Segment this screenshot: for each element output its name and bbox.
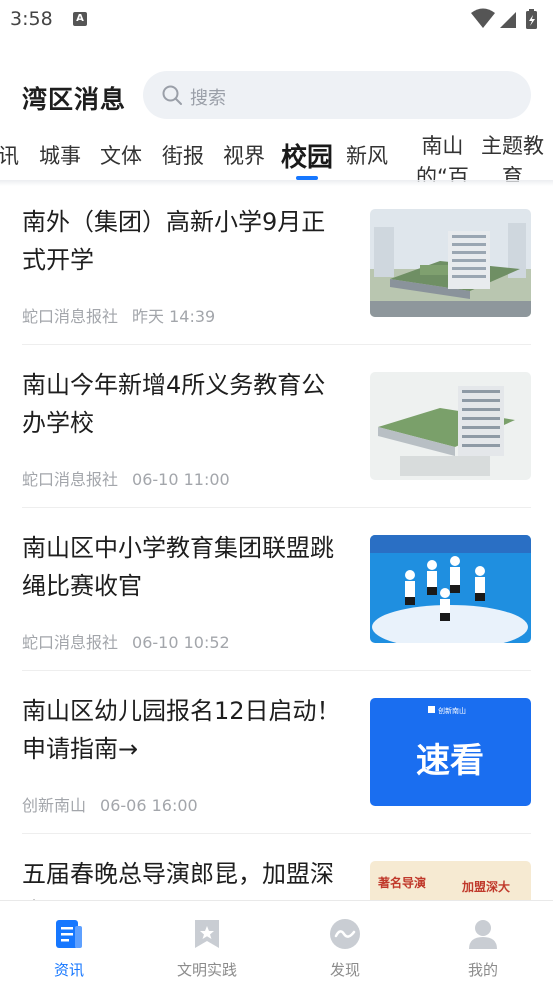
- status-bar: 3:58 A: [0, 0, 553, 40]
- news-item[interactable]: 南山今年新增4所义务教育公办学校 蛇口消息报社 06-10 11:00: [0, 349, 553, 512]
- news-meta: 蛇口消息报社 06-10 11:00: [22, 466, 230, 490]
- news-meta: 蛇口消息报社 06-10 10:52: [22, 629, 230, 653]
- news-item[interactable]: 南山区中小学教育集团联盟跳绳比赛收官 蛇口消息报社 06-10 10:52: [0, 512, 553, 675]
- divider: [22, 670, 531, 671]
- notification-icon: A: [73, 12, 87, 26]
- divider: [22, 344, 531, 345]
- signal-icon: [500, 12, 516, 28]
- news-thumbnail-school[interactable]: [370, 372, 531, 480]
- tab-street-news[interactable]: 街报: [162, 140, 204, 170]
- news-thumbnail-school[interactable]: [370, 209, 531, 317]
- nav-label: 我的: [467, 961, 498, 979]
- news-time: 06-06 16:00: [100, 796, 198, 815]
- tab-campus[interactable]: 校园: [281, 137, 333, 174]
- tab-new-trend[interactable]: 新风: [346, 140, 388, 170]
- profile-user-icon: [469, 920, 497, 949]
- news-title[interactable]: 五届春晚总导演郎昆，加盟深大: [22, 855, 342, 900]
- news-time: 昨天 14:39: [132, 307, 216, 326]
- nav-news[interactable]: 资讯: [0, 901, 138, 984]
- news-source: 蛇口消息报社: [22, 633, 119, 652]
- tab-theme-education[interactable]: 主题教 育: [481, 131, 544, 182]
- tab-news-partial[interactable]: 讯: [0, 140, 19, 170]
- news-meta: 创新南山 06-06 16:00: [22, 792, 198, 816]
- tab-vision[interactable]: 视界: [223, 140, 265, 170]
- news-time: 06-10 11:00: [132, 470, 230, 489]
- search-icon: [162, 85, 182, 105]
- thumb-label-left: 著名导演: [377, 875, 426, 890]
- thumb-brand: 创新南山: [438, 706, 466, 715]
- news-title[interactable]: 南外（集团）高新小学9月正式开学: [22, 203, 342, 279]
- nav-civilization[interactable]: 文明实践: [138, 901, 276, 984]
- news-source: 蛇口消息报社: [22, 470, 119, 489]
- tab-culture-sports[interactable]: 文体: [100, 140, 142, 170]
- status-time: 3:58: [10, 8, 53, 30]
- thumb-label-right: 加盟深大: [461, 879, 510, 894]
- tab-nanshan-hundred[interactable]: 南山 的“百: [416, 131, 469, 182]
- news-source: 蛇口消息报社: [22, 307, 119, 326]
- nav-label: 资讯: [53, 961, 84, 979]
- status-icons: [471, 8, 537, 29]
- divider: [22, 507, 531, 508]
- news-meta: 蛇口消息报社 昨天 14:39: [22, 303, 215, 327]
- news-title[interactable]: 南山今年新增4所义务教育公办学校: [22, 366, 342, 442]
- search-placeholder: 搜索: [190, 88, 226, 109]
- news-title[interactable]: 南山区中小学教育集团联盟跳绳比赛收官: [22, 529, 342, 605]
- news-item[interactable]: 南山区幼儿园报名12日启动！申请指南→ 创新南山 06-06 16:00 创新南山…: [0, 675, 553, 838]
- tab-city[interactable]: 城事: [39, 140, 81, 170]
- news-time: 06-10 10:52: [132, 633, 230, 652]
- thumb-headline: 速看: [416, 741, 484, 781]
- search-input[interactable]: 搜索: [143, 71, 531, 119]
- nav-discover[interactable]: 发现: [276, 901, 414, 984]
- news-source: 创新南山: [22, 796, 87, 815]
- news-doc-icon: [56, 920, 82, 948]
- bottom-nav: 资讯 文明实践 发现 我的: [0, 900, 553, 984]
- nav-label: 发现: [329, 961, 360, 979]
- divider: [22, 833, 531, 834]
- news-thumbnail-director[interactable]: 著名导演 加盟深大: [370, 861, 531, 900]
- news-item[interactable]: 五届春晚总导演郎昆，加盟深大 著名导演 加盟深大: [0, 838, 553, 900]
- header: 湾区消息 搜索: [0, 62, 553, 126]
- channel-tabs: 讯 城事 文体 街报 视界 校园 新风 南山 的“百 主题教 育: [0, 128, 553, 182]
- news-item[interactable]: 南外（集团）高新小学9月正式开学 蛇口消息报社 昨天 14:39: [0, 186, 553, 349]
- discover-wave-icon: [330, 919, 360, 949]
- news-feed[interactable]: 南外（集团）高新小学9月正式开学 蛇口消息报社 昨天 14:39 南山今年新增4所…: [0, 186, 553, 900]
- news-title[interactable]: 南山区幼儿园报名12日启动！申请指南→: [22, 692, 342, 768]
- news-thumbnail-jump-rope[interactable]: [370, 535, 531, 643]
- bookmark-star-icon: [195, 920, 219, 948]
- news-thumbnail-quick-look[interactable]: 创新南山 速看: [370, 698, 531, 806]
- nav-label: 文明实践: [176, 961, 237, 979]
- page-title: 湾区消息: [22, 85, 127, 114]
- wifi-icon: [471, 8, 495, 28]
- nav-profile[interactable]: 我的: [414, 901, 552, 984]
- brand-logo-icon: [428, 706, 435, 713]
